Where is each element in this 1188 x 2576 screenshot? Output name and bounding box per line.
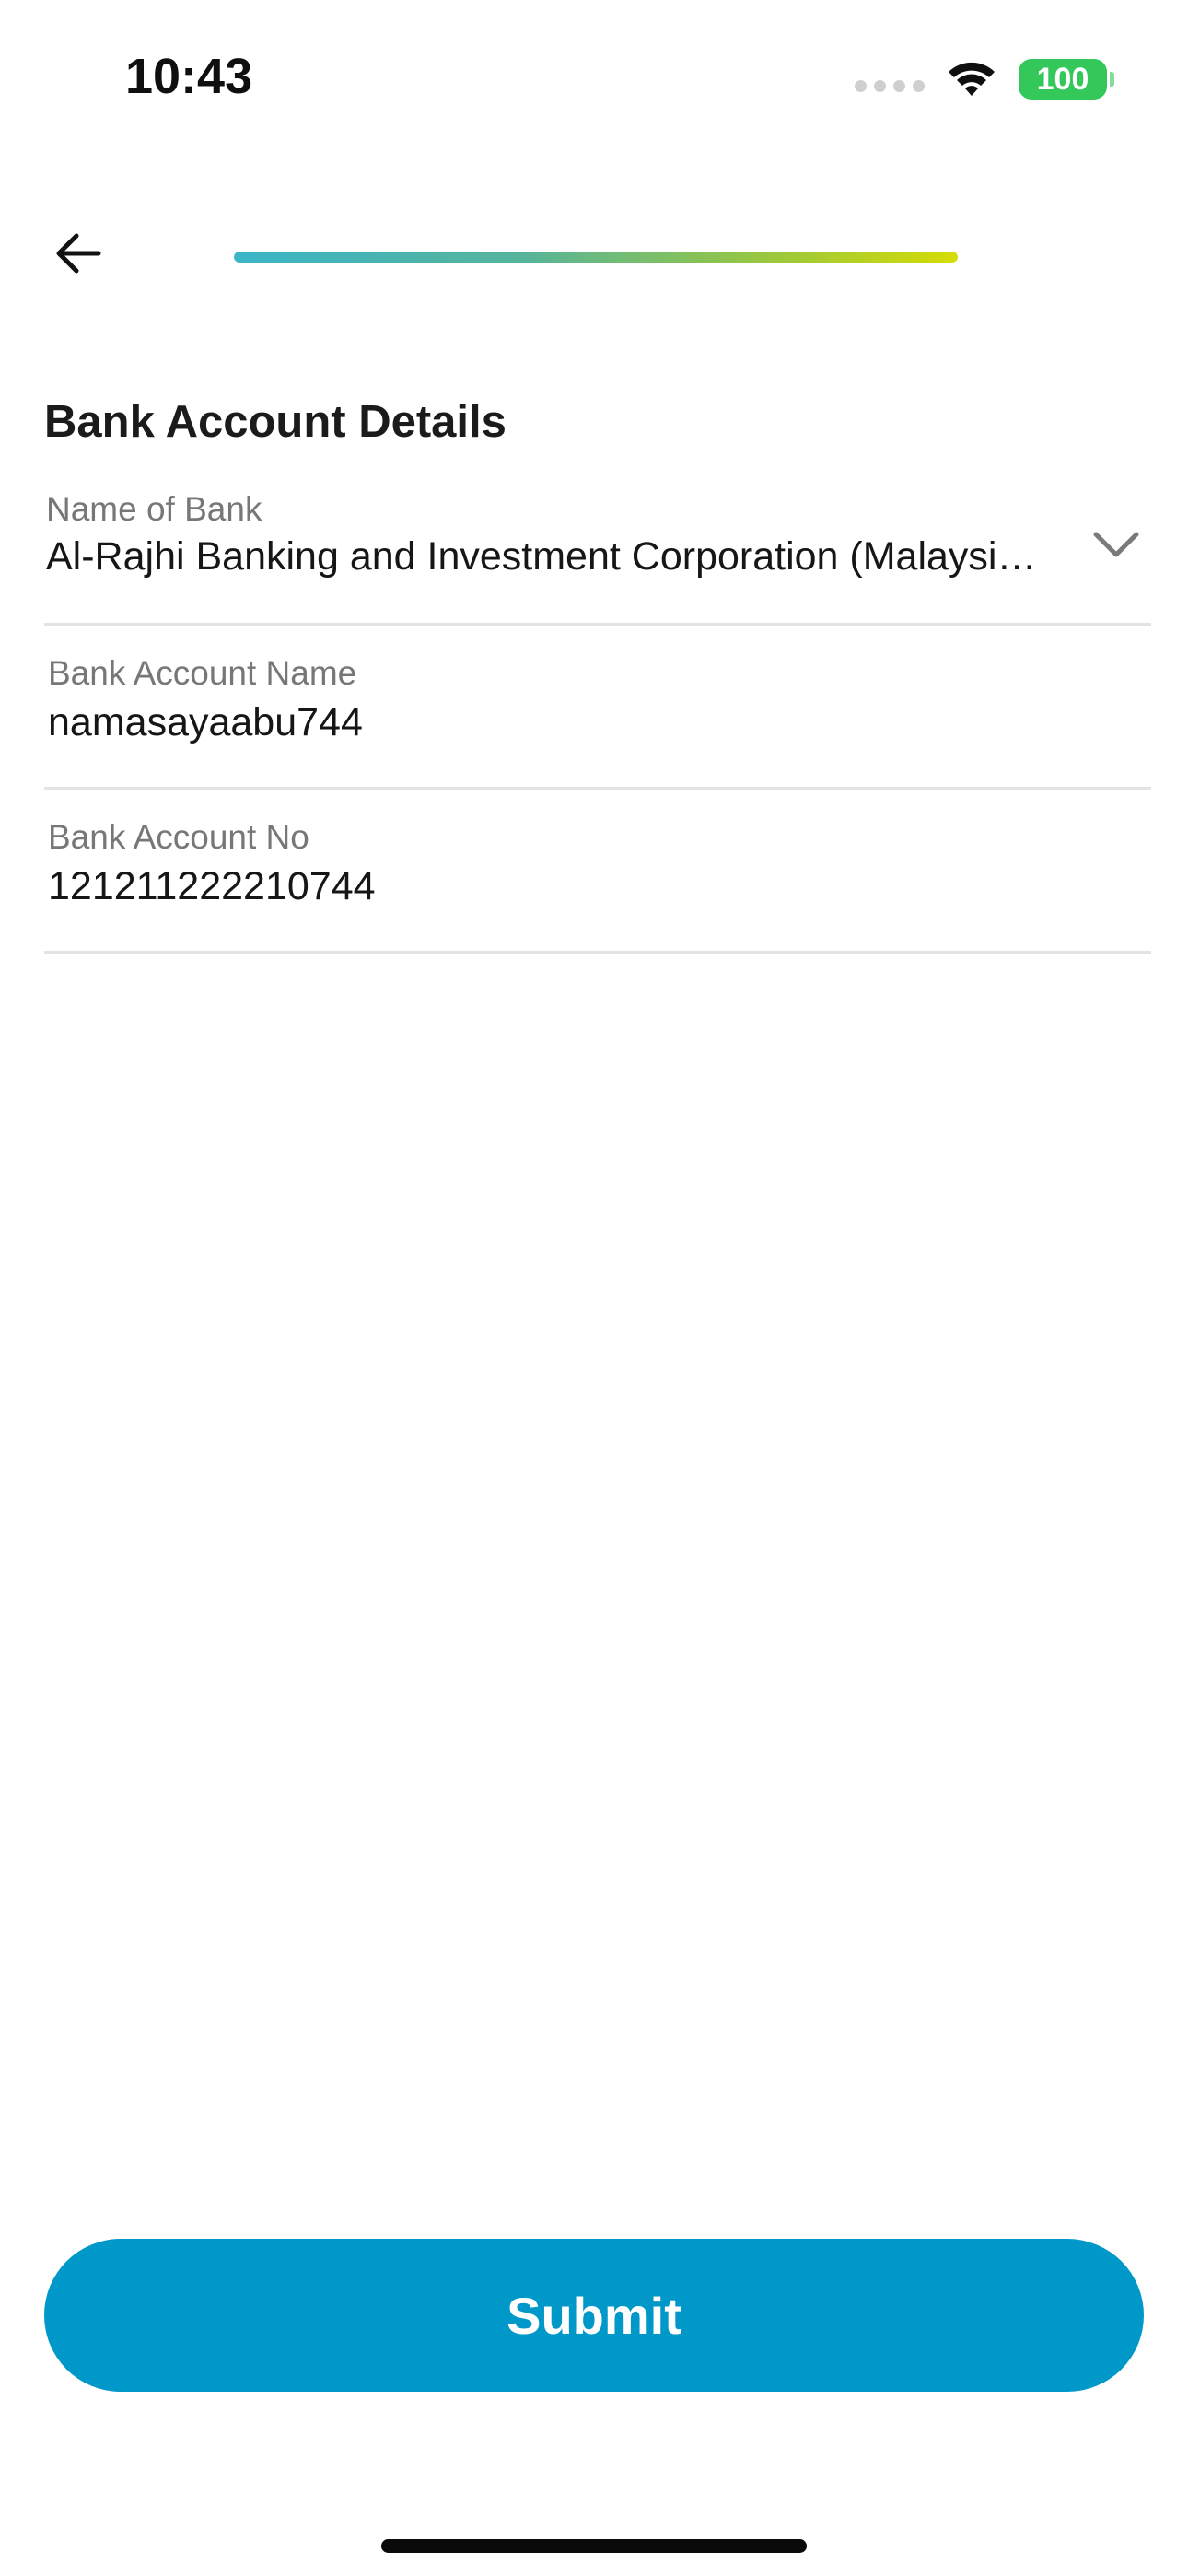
wifi-icon [949,62,995,96]
cellular-signal-icon [855,79,925,92]
account-number-value[interactable]: 121211222210744 [48,864,376,909]
account-name-value[interactable]: namasayaabu744 [48,700,363,745]
arrow-left-icon [56,233,101,274]
bank-select[interactable]: Name of Bank Al-Rajhi Banking and Invest… [44,479,1151,626]
battery-level: 100 [1019,59,1107,100]
page-title: Bank Account Details [44,397,507,447]
home-indicator [381,2539,807,2553]
status-indicators: 100 [855,57,1114,101]
back-button[interactable] [46,221,111,286]
battery-icon: 100 [1019,59,1114,100]
account-number-label: Bank Account No [48,818,309,856]
status-time: 10:43 [125,49,253,104]
chevron-down-icon[interactable] [1089,516,1144,571]
bank-label: Name of Bank [46,490,262,528]
progress-bar-fill [234,252,958,263]
submit-button[interactable]: Submit [44,2239,1144,2392]
bank-value: Al-Rajhi Banking and Investment Corporat… [46,534,1041,579]
account-number-field[interactable]: Bank Account No 121211222210744 [44,800,1151,954]
account-name-label: Bank Account Name [48,654,357,692]
account-name-field[interactable]: Bank Account Name namasayaabu744 [44,636,1151,790]
progress-bar [234,252,958,263]
